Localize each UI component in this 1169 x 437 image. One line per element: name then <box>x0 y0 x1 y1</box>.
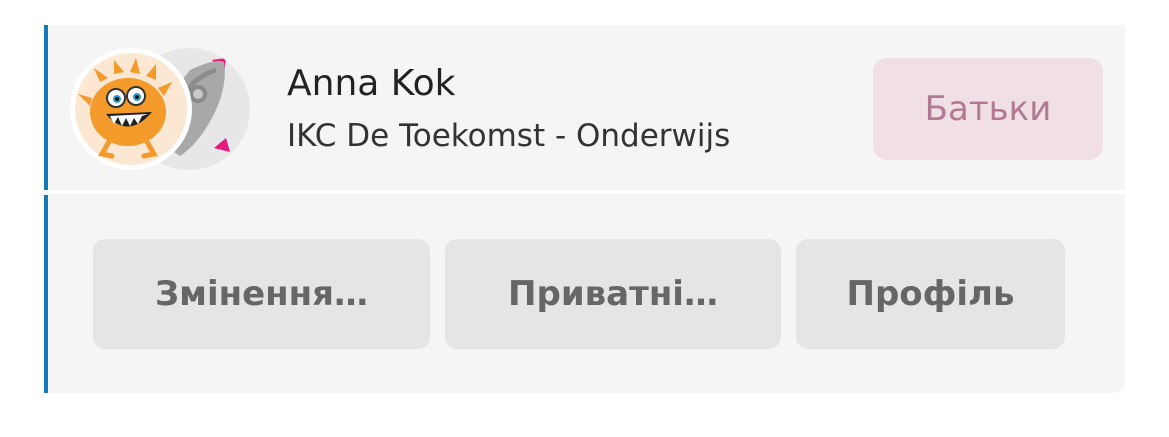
change-button[interactable]: Змінення… <box>93 239 430 349</box>
profile-button[interactable]: Профіль <box>796 239 1065 349</box>
parents-button[interactable]: Батьки <box>873 58 1103 160</box>
user-name: Anna Kok <box>287 63 456 104</box>
orange-monster-icon <box>71 49 191 169</box>
accent-bar-bottom <box>44 195 48 393</box>
private-button[interactable]: Приватні… <box>445 239 781 349</box>
avatar-group[interactable] <box>70 48 255 170</box>
user-organization: IKC De Toekomst - Onderwijs <box>287 118 731 154</box>
card-divider <box>48 190 1125 194</box>
monster-avatar <box>70 48 192 170</box>
accent-bar-top <box>44 25 48 190</box>
